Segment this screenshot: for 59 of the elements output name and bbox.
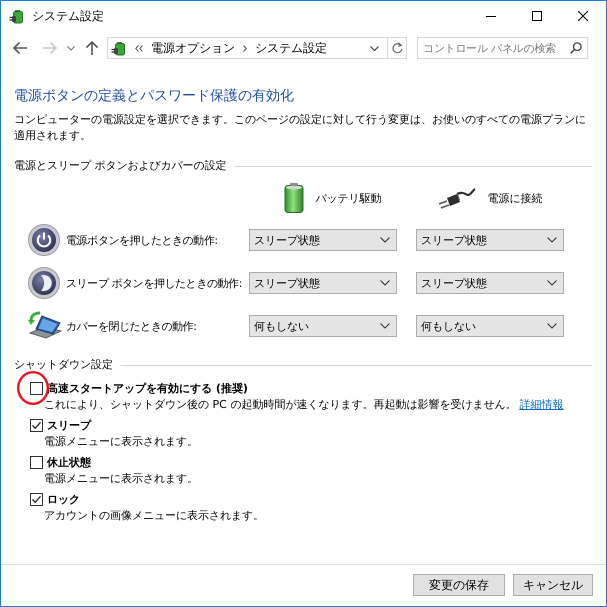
chevron-down-icon (380, 323, 390, 329)
up-arrow-icon (85, 40, 99, 56)
option-description: これにより、シャットダウン後の PC の起動時間が速くなります。再起動は影響を受けません。 詳細情報 (43, 397, 564, 413)
checkbox[interactable] (30, 456, 43, 469)
window-title: システム設定 (32, 8, 104, 24)
forward-arrow-icon (42, 41, 58, 55)
dropdown[interactable]: スリープ状態 (249, 272, 397, 294)
checkbox[interactable] (30, 419, 43, 432)
more-info-link[interactable]: 詳細情報 (519, 398, 564, 411)
address-bar[interactable]: 電源オプション システム設定 (107, 37, 387, 59)
column-header: バッテリ駆動 (316, 190, 382, 206)
laptop-icon (28, 311, 62, 341)
section-title: シャットダウン設定 (14, 357, 113, 373)
power-icon (28, 224, 60, 256)
search-field[interactable]: コントロール パネルの検索 (417, 37, 588, 59)
dialog-button[interactable]: キャンセル (513, 574, 593, 596)
section-title: 電源とスリープ ボタンおよびカバーの設定 (14, 158, 226, 174)
breadcrumb[interactable]: 電源オプション (151, 40, 235, 56)
back-arrow-icon (12, 41, 28, 55)
caret-icon (67, 46, 75, 50)
refresh-button[interactable] (387, 37, 407, 59)
battery-icon (284, 183, 304, 213)
checkbox[interactable] (30, 493, 43, 506)
chevron-down-icon (547, 237, 557, 243)
checkbox[interactable] (30, 382, 43, 395)
chevron-down-icon (547, 323, 557, 329)
option-description: 電源メニューに表示されます。 (43, 434, 199, 450)
dropdown[interactable]: 何もしない (249, 315, 397, 337)
page-description: コンピューターの電源設定を選択できます。このページの設定に対して行う変更は、お使いのすべての電源プランに適用されます。 (14, 112, 587, 144)
chevron-right-icon (243, 44, 247, 52)
refresh-icon (392, 42, 402, 54)
option-label: 休止状態 (47, 455, 91, 470)
dialog-button[interactable]: 変更の保存 (413, 574, 505, 596)
setting-label: カバーを閉じたときの動作: (66, 318, 198, 334)
power-plug-icon (438, 186, 476, 210)
moon-icon (28, 267, 60, 299)
chevron-down-icon (380, 280, 390, 286)
battery-plug-icon (111, 40, 127, 56)
option-label: ロック (47, 492, 80, 507)
chevron-down-icon (370, 46, 379, 50)
option-label: スリープ (47, 418, 91, 433)
option-description: アカウントの画像メニューに表示されます。 (43, 508, 265, 524)
setting-label: スリープ ボタンを押したときの動作: (66, 276, 244, 290)
close-icon (578, 11, 588, 21)
double-chevron-icon (135, 44, 143, 52)
column-header: 電源に接続 (488, 190, 542, 206)
setting-label: 電源ボタンを押したときの動作: (66, 232, 219, 248)
battery-plug-icon (9, 8, 25, 24)
dropdown[interactable]: スリープ状態 (249, 229, 397, 251)
dropdown[interactable]: スリープ状態 (416, 272, 564, 294)
page-heading: 電源ボタンの定義とパスワード保護の有効化 (14, 87, 295, 106)
dropdown[interactable]: 何もしない (416, 315, 564, 337)
chevron-down-icon (380, 237, 390, 243)
option-description: 電源メニューに表示されます。 (43, 471, 199, 487)
dropdown[interactable]: スリープ状態 (416, 229, 564, 251)
chevron-down-icon (547, 280, 557, 286)
search-icon (570, 42, 582, 54)
breadcrumb[interactable]: システム設定 (255, 40, 327, 56)
maximize-icon (532, 11, 542, 21)
